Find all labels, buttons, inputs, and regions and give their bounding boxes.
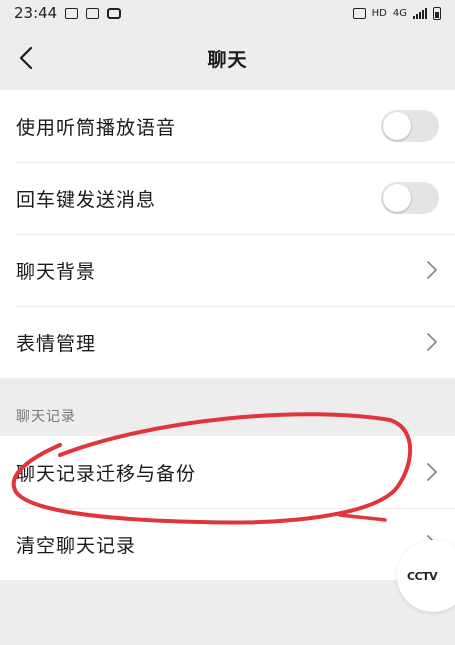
chat-history-group: 聊天记录迁移与备份 清空聊天记录 bbox=[0, 436, 455, 580]
setting-label: 聊天背景 bbox=[16, 260, 97, 283]
setting-row-sticker-management[interactable]: 表情管理 bbox=[0, 306, 455, 378]
image-icon bbox=[65, 7, 79, 19]
nav-bar: 聊天 bbox=[0, 26, 455, 90]
signal-icon bbox=[413, 7, 427, 19]
chevron-left-icon bbox=[19, 46, 33, 70]
translate-icon bbox=[86, 7, 100, 19]
setting-label: 回车键发送消息 bbox=[16, 188, 157, 211]
setting-row-chat-background[interactable]: 聊天背景 bbox=[0, 234, 455, 306]
battery-icon bbox=[433, 6, 441, 20]
status-right: HD 4G bbox=[352, 6, 441, 20]
toggle-knob bbox=[383, 184, 411, 212]
chevron-right-icon bbox=[427, 333, 437, 351]
setting-row-migrate-backup[interactable]: 聊天记录迁移与备份 bbox=[0, 436, 455, 508]
watermark-logo: CCTV bbox=[397, 540, 455, 612]
network-label: 4G bbox=[392, 7, 407, 19]
page-title: 聊天 bbox=[207, 48, 248, 71]
setting-label: 使用听筒播放语音 bbox=[16, 116, 177, 139]
status-time: 23:44 bbox=[14, 4, 58, 22]
earpiece-toggle[interactable] bbox=[381, 110, 439, 142]
setting-label: 表情管理 bbox=[16, 332, 97, 355]
alarm-icon bbox=[352, 7, 366, 19]
enter-send-toggle[interactable] bbox=[381, 182, 439, 214]
setting-row-clear-history[interactable]: 清空聊天记录 bbox=[0, 508, 455, 580]
toggle-knob bbox=[383, 112, 411, 140]
setting-label: 清空聊天记录 bbox=[16, 534, 137, 557]
chevron-right-icon bbox=[427, 463, 437, 481]
status-bar: 23:44 HD 4G bbox=[0, 0, 455, 26]
chevron-right-icon bbox=[427, 261, 437, 279]
section-label-chat-history: 聊天记录 bbox=[16, 409, 76, 425]
setting-row-earpiece: 使用听筒播放语音 bbox=[0, 90, 455, 162]
hd-label: HD bbox=[371, 7, 387, 19]
back-button[interactable] bbox=[12, 42, 40, 74]
settings-group: 使用听筒播放语音 回车键发送消息 聊天背景 表情管理 bbox=[0, 90, 455, 378]
setting-label: 聊天记录迁移与备份 bbox=[16, 462, 197, 485]
status-left: 23:44 bbox=[14, 4, 122, 22]
wifi-icon bbox=[107, 7, 122, 19]
setting-row-enter-send: 回车键发送消息 bbox=[0, 162, 455, 234]
cctv-logo-icon: CCTV bbox=[407, 569, 438, 583]
